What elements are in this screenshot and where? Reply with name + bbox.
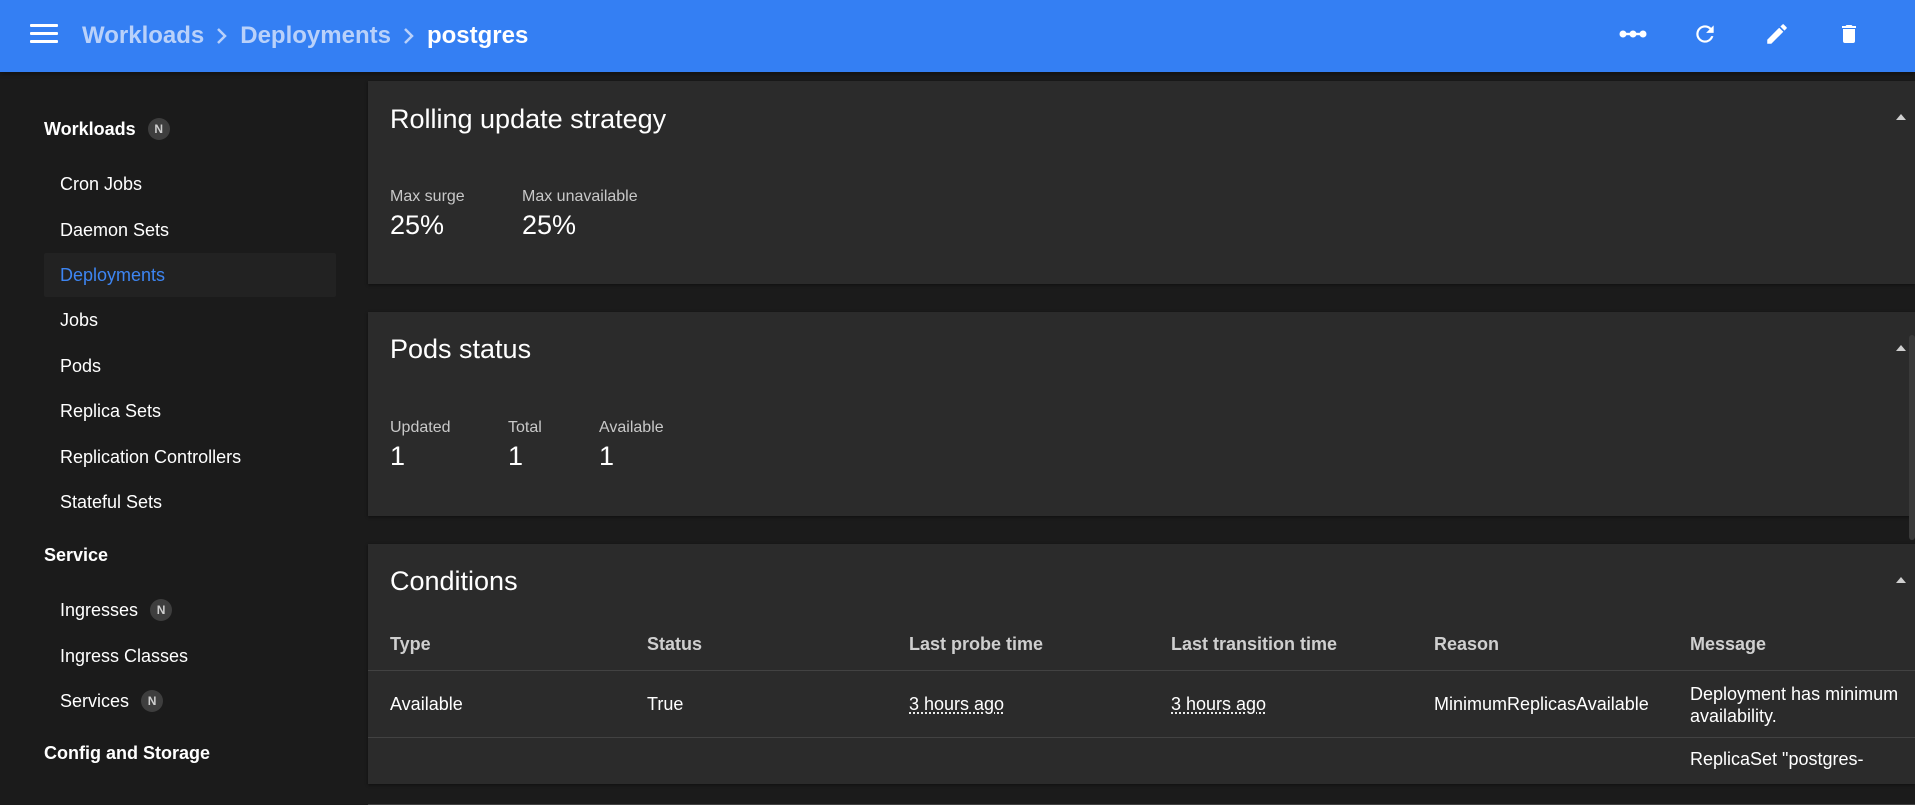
sidebar-nav: Workloads N Cron Jobs Daemon Sets Deploy… [0, 72, 350, 771]
sidebar-item-ingresses[interactable]: Ingresses N [44, 588, 336, 632]
refresh-icon [1692, 21, 1718, 52]
conditions-table: Type Status Last probe time Last transit… [368, 620, 1915, 805]
sidebar-section-workloads[interactable]: Workloads N [44, 118, 170, 140]
new-badge: N [147, 118, 170, 140]
column-header-message[interactable]: Message [1690, 634, 1766, 655]
delete-icon [1837, 21, 1861, 52]
metric-label: Max unavailable [522, 188, 638, 205]
sidebar-item-stateful-sets[interactable]: Stateful Sets [44, 480, 336, 524]
metric-total: Total 1 [508, 419, 542, 472]
breadcrumb: Workloads Deployments postgres [82, 0, 528, 72]
menu-icon[interactable] [30, 24, 58, 46]
card-title: Rolling update strategy [390, 104, 667, 134]
sidebar-item-label: Stateful Sets [60, 491, 163, 512]
section-label: Workloads [44, 118, 136, 139]
refresh-button[interactable] [1669, 0, 1741, 72]
sidebar-item-label: Cron Jobs [60, 173, 143, 194]
sidebar-item-services[interactable]: Services N [44, 679, 336, 723]
sidebar-item-replication-controllers[interactable]: Replication Controllers [44, 435, 336, 479]
metric-label: Available [599, 419, 664, 436]
cell-message: ReplicaSet "postgres- [1690, 749, 1864, 769]
main-content: Rolling update strategy Max surge 25% Ma… [368, 72, 1915, 805]
sidebar-item-label: Replication Controllers [60, 446, 242, 467]
card-title: Conditions [390, 566, 518, 596]
sidebar-item-replica-sets[interactable]: Replica Sets [44, 389, 336, 433]
sidebar-item-label: Jobs [60, 309, 99, 330]
cell-message: Deployment has minimum availability. [1690, 684, 1899, 726]
metric-value: 25% [522, 210, 577, 240]
column-header-last-probe-time[interactable]: Last probe time [909, 634, 1043, 655]
chevron-right-icon [391, 26, 427, 46]
section-label: Service [44, 545, 109, 565]
sidebar-section-service[interactable]: Service [44, 545, 108, 566]
cell-reason: MinimumReplicasAvailable [1434, 694, 1649, 714]
sidebar-item-pods[interactable]: Pods [44, 344, 336, 388]
chevron-up-icon[interactable] [1893, 110, 1915, 132]
cell-last-transition-time: 3 hours ago [1171, 694, 1267, 714]
sidebar-item-label: Ingresses [60, 599, 139, 620]
sidebar-section-config-and-storage[interactable]: Config and Storage [44, 743, 210, 764]
edit-button[interactable] [1741, 0, 1813, 72]
pods-status-card: Pods status Updated 1 Total 1 Available … [368, 312, 1915, 516]
table-row: ReplicaSet "postgres- [368, 738, 1915, 805]
sidebar-item-cron-jobs[interactable]: Cron Jobs [44, 162, 336, 206]
sidebar-item-label: Replica Sets [60, 400, 162, 421]
metric-value: 1 [390, 441, 406, 471]
metric-max-unavailable: Max unavailable 25% [522, 188, 638, 241]
metric-value: 1 [599, 441, 615, 471]
toolbar-actions [1597, 0, 1885, 72]
top-app-bar: Workloads Deployments postgres [0, 0, 1915, 72]
metric-max-surge: Max surge 25% [390, 188, 465, 241]
metric-label: Total [508, 419, 542, 436]
page-title: postgres [426, 22, 529, 49]
cell-type: Available [390, 694, 463, 714]
sidebar-item-label: Pods [60, 355, 102, 376]
breadcrumb-deployments[interactable]: Deployments [240, 22, 391, 50]
cell-last-probe-time: 3 hours ago [909, 694, 1005, 714]
breadcrumb-workloads[interactable]: Workloads [82, 22, 204, 50]
scale-button[interactable] [1597, 0, 1669, 72]
column-header-type[interactable]: Type [390, 634, 431, 655]
chevron-up-icon[interactable] [1893, 573, 1915, 595]
sidebar-item-deployments[interactable]: Deployments [44, 253, 336, 297]
table-header: Type Status Last probe time Last transit… [368, 620, 1915, 671]
sidebar-item-label: Services [60, 690, 130, 711]
metric-available: Available 1 [599, 419, 664, 472]
chevron-right-icon [204, 26, 240, 46]
column-header-reason[interactable]: Reason [1434, 634, 1499, 655]
card-title: Pods status [390, 334, 532, 364]
section-label: Config and Storage [44, 743, 210, 763]
metric-updated: Updated 1 [390, 419, 451, 472]
metric-value: 1 [508, 441, 524, 471]
conditions-card: Conditions Type Status Last probe time L… [368, 544, 1915, 805]
edit-icon [1764, 21, 1790, 52]
sidebar-item-label: Ingress Classes [60, 645, 189, 666]
sidebar-item-label: Daemon Sets [60, 219, 170, 240]
new-badge: N [141, 690, 164, 712]
new-badge: N [150, 599, 173, 621]
metric-value: 25% [390, 210, 445, 240]
column-header-status[interactable]: Status [647, 634, 702, 655]
metric-label: Max surge [390, 188, 465, 205]
scrollbar-thumb[interactable] [1909, 335, 1915, 540]
rolling-update-card: Rolling update strategy Max surge 25% Ma… [368, 81, 1915, 284]
scale-icon [1619, 27, 1647, 45]
cell-status: True [647, 694, 684, 714]
delete-button[interactable] [1813, 0, 1885, 72]
sidebar-item-ingress-classes[interactable]: Ingress Classes [44, 634, 336, 678]
sidebar-item-jobs[interactable]: Jobs [44, 298, 336, 342]
sidebar-item-daemon-sets[interactable]: Daemon Sets [44, 208, 336, 252]
table-row: Available True 3 hours ago 3 hours ago M… [368, 671, 1915, 738]
sidebar-item-label: Deployments [60, 264, 166, 285]
metric-label: Updated [390, 419, 451, 436]
column-header-last-transition-time[interactable]: Last transition time [1171, 634, 1337, 655]
